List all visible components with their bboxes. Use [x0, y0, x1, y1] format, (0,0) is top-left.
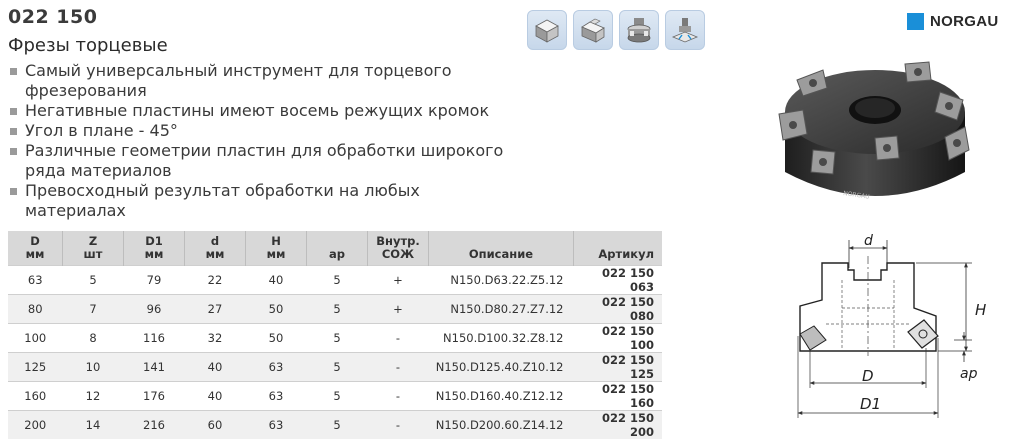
- col-header-ap: ap: [307, 231, 368, 266]
- shoulder-milling-block-icon: [573, 10, 613, 50]
- cell-description: N150.D200.60.Z14.12: [429, 411, 574, 439]
- cell-d: 27: [185, 295, 246, 324]
- cell-description: N150.D125.40.Z10.12: [429, 353, 574, 382]
- feature-item: Превосходный результат обработки на любы…: [8, 181, 508, 221]
- cell-ap: 5: [307, 295, 368, 324]
- cell-article: 022 150 160: [574, 382, 663, 411]
- cell-D: 80: [8, 295, 63, 324]
- cell-article: 022 150 200: [574, 411, 663, 439]
- table-row: 80 7 96 27 50 5 + N150.D80.27.Z7.12 022 …: [8, 295, 662, 324]
- cell-article: 022 150 125: [574, 353, 663, 382]
- cell-H: 50: [246, 295, 307, 324]
- product-code: 022 150: [8, 6, 97, 28]
- feature-item: Негативные пластины имеют восемь режущих…: [8, 101, 508, 121]
- cell-D: 125: [8, 353, 63, 382]
- cell-d: 32: [185, 324, 246, 353]
- col-header-D1: D1мм: [124, 231, 185, 266]
- col-header-Z: Zшт: [63, 231, 124, 266]
- face-mill-tool-icon: [619, 10, 659, 50]
- cell-Z: 12: [63, 382, 124, 411]
- brand-logo-mark: [907, 13, 924, 30]
- col-header-article: Артикул: [574, 231, 663, 266]
- cell-D: 200: [8, 411, 63, 439]
- label-D1: D1: [860, 395, 881, 413]
- cell-description: N150.D100.32.Z8.12: [429, 324, 574, 353]
- milling-operation-icon: [665, 10, 705, 50]
- cell-coolant: -: [368, 411, 429, 439]
- col-header-d: dмм: [185, 231, 246, 266]
- cell-ap: 5: [307, 324, 368, 353]
- cell-ap: 5: [307, 382, 368, 411]
- cell-article: 022 150 063: [574, 266, 663, 295]
- cell-coolant: +: [368, 266, 429, 295]
- cell-Z: 7: [63, 295, 124, 324]
- cell-d: 40: [185, 353, 246, 382]
- label-d: d: [864, 233, 873, 249]
- cell-d: 40: [185, 382, 246, 411]
- cell-article: 022 150 100: [574, 324, 663, 353]
- application-icons: [527, 10, 705, 50]
- cell-Z: 8: [63, 324, 124, 353]
- cell-Z: 10: [63, 353, 124, 382]
- cell-H: 50: [246, 324, 307, 353]
- cell-Z: 5: [63, 266, 124, 295]
- cell-coolant: +: [368, 295, 429, 324]
- cell-D1: 216: [124, 411, 185, 439]
- label-D: D: [862, 367, 874, 385]
- cell-ap: 5: [307, 353, 368, 382]
- brand-logo: NORGAU: [907, 13, 998, 30]
- feature-list: Самый универсальный инструмент для торце…: [8, 61, 508, 221]
- cell-coolant: -: [368, 324, 429, 353]
- col-header-H: Hмм: [246, 231, 307, 266]
- cell-D1: 79: [124, 266, 185, 295]
- cell-coolant: -: [368, 353, 429, 382]
- product-title: Фрезы торцевые: [8, 35, 168, 56]
- feature-item: Различные геометрии пластин для обработк…: [8, 141, 508, 181]
- table-row: 125 10 141 40 63 5 - N150.D125.40.Z10.12…: [8, 353, 662, 382]
- cell-D1: 96: [124, 295, 185, 324]
- cell-d: 60: [185, 411, 246, 439]
- col-header-D: Dмм: [8, 231, 63, 266]
- face-milling-block-icon: [527, 10, 567, 50]
- table-header-row: Dмм Zшт D1мм dмм Hмм ap Внутр.СОЖ Описан…: [8, 231, 662, 266]
- cell-H: 63: [246, 411, 307, 439]
- cell-description: N150.D63.22.Z5.12: [429, 266, 574, 295]
- table-row: 100 8 116 32 50 5 - N150.D100.32.Z8.12 0…: [8, 324, 662, 353]
- label-H: H: [975, 301, 986, 319]
- cell-D: 63: [8, 266, 63, 295]
- col-header-coolant: Внутр.СОЖ: [368, 231, 429, 266]
- cell-article: 022 150 080: [574, 295, 663, 324]
- brand-name: NORGAU: [930, 13, 998, 30]
- cell-D1: 176: [124, 382, 185, 411]
- cell-H: 63: [246, 382, 307, 411]
- cell-D1: 141: [124, 353, 185, 382]
- feature-item: Угол в плане - 45°: [8, 121, 508, 141]
- cell-D: 100: [8, 324, 63, 353]
- face-mill-photo: NORGAU: [765, 52, 985, 222]
- cell-d: 22: [185, 266, 246, 295]
- table-row: 200 14 216 60 63 5 - N150.D200.60.Z14.12…: [8, 411, 662, 439]
- cell-coolant: -: [368, 382, 429, 411]
- dimension-drawing: d H ap D D1: [786, 228, 996, 422]
- table-row: 160 12 176 40 63 5 - N150.D160.40.Z12.12…: [8, 382, 662, 411]
- cell-D: 160: [8, 382, 63, 411]
- cell-ap: 5: [307, 266, 368, 295]
- cell-description: N150.D160.40.Z12.12: [429, 382, 574, 411]
- col-header-description: Описание: [429, 231, 574, 266]
- cell-description: N150.D80.27.Z7.12: [429, 295, 574, 324]
- cell-Z: 14: [63, 411, 124, 439]
- label-ap: ap: [960, 366, 978, 382]
- feature-item: Самый универсальный инструмент для торце…: [8, 61, 508, 101]
- table-row: 63 5 79 22 40 5 + N150.D63.22.Z5.12 022 …: [8, 266, 662, 295]
- cell-H: 40: [246, 266, 307, 295]
- cell-D1: 116: [124, 324, 185, 353]
- cell-H: 63: [246, 353, 307, 382]
- specification-table: Dмм Zшт D1мм dмм Hмм ap Внутр.СОЖ Описан…: [8, 231, 662, 439]
- cell-ap: 5: [307, 411, 368, 439]
